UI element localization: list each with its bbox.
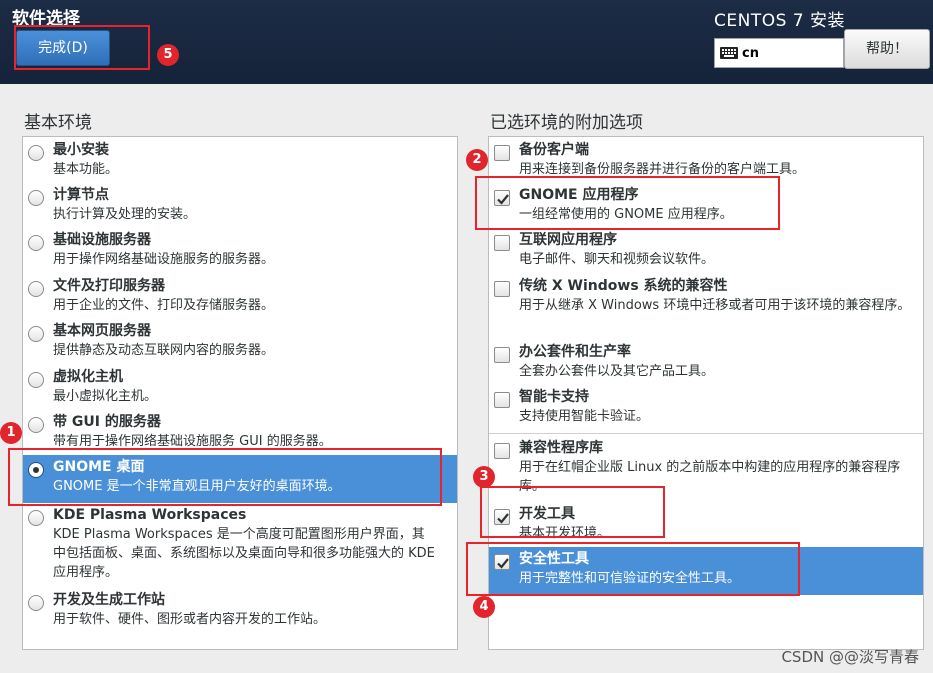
env-desc: KDE Plasma Workspaces 是一个高度可配置图形用户界面，其中包… xyxy=(53,527,435,580)
addon-desc: 用于从继承 X Windows 环境中迁移或者可用于该环境的兼容程序。 xyxy=(519,298,911,313)
env-item-minimal[interactable]: 最小安装 基本功能。 xyxy=(23,141,457,179)
annotation-box-5 xyxy=(14,25,150,70)
env-name: 计算节点 xyxy=(53,187,109,203)
env-name: 带 GUI 的服务器 xyxy=(53,414,161,430)
keyboard-icon xyxy=(720,47,738,59)
addon-name: 智能卡支持 xyxy=(519,389,589,405)
radio-button[interactable] xyxy=(28,510,44,526)
radio-button[interactable] xyxy=(28,281,44,297)
env-name: 虚拟化主机 xyxy=(53,369,123,385)
env-item-compute-node[interactable]: 计算节点 执行计算及处理的安装。 xyxy=(23,186,457,224)
env-item-infrastructure-server[interactable]: 基础设施服务器 用于操作网络基础设施服务的服务器。 xyxy=(23,231,457,269)
env-desc: 基本功能。 xyxy=(53,162,119,177)
addon-item-office-suite[interactable]: 办公套件和生产率 全套办公套件以及其它产品工具。 xyxy=(489,343,923,381)
addon-item-smart-card[interactable]: 智能卡支持 支持使用智能卡验证。 xyxy=(489,388,923,426)
base-environment-list: 最小安装 基本功能。 计算节点 执行计算及处理的安装。 基础设施服务器 用于操作… xyxy=(22,136,458,650)
checkbox[interactable] xyxy=(494,347,510,363)
annotation-number-4: 4 xyxy=(473,596,495,618)
radio-button[interactable] xyxy=(28,145,44,161)
annotation-number-2: 2 xyxy=(466,149,488,171)
radio-button[interactable] xyxy=(28,595,44,611)
checkbox[interactable] xyxy=(494,392,510,408)
addon-desc: 全套办公套件以及其它产品工具。 xyxy=(519,364,715,379)
addon-item-internet-apps[interactable]: 互联网应用程序 电子邮件、聊天和视频会议软件。 xyxy=(489,231,923,269)
base-environment-heading: 基本环境 xyxy=(24,113,92,133)
env-name: 基础设施服务器 xyxy=(53,232,151,248)
env-desc: 提供静态及动态互联网内容的服务器。 xyxy=(53,343,275,358)
addon-desc: 支持使用智能卡验证。 xyxy=(519,409,650,424)
annotation-box-3 xyxy=(480,486,665,538)
env-item-kde-plasma[interactable]: KDE Plasma Workspaces KDE Plasma Workspa… xyxy=(23,506,457,582)
addon-desc: 电子邮件、聊天和视频会议软件。 xyxy=(519,252,715,267)
env-desc: 用于软件、硬件、图形或者内容开发的工作站。 xyxy=(53,612,327,627)
annotation-box-4 xyxy=(466,542,800,596)
annotation-number-5: 5 xyxy=(157,44,179,66)
keyboard-layout-label: cn xyxy=(742,45,759,61)
env-name: KDE Plasma Workspaces xyxy=(53,507,247,523)
product-title: CENTOS 7 安装 xyxy=(714,11,846,31)
checkbox[interactable] xyxy=(494,235,510,251)
watermark-text: CSDN @@淡写青春 xyxy=(781,648,919,666)
checkbox[interactable] xyxy=(494,443,510,459)
radio-button[interactable] xyxy=(28,372,44,388)
checkbox[interactable] xyxy=(494,281,510,297)
env-desc: 用于操作网络基础设施服务的服务器。 xyxy=(53,252,275,267)
addon-item-backup-client[interactable]: 备份客户端 用来连接到备份服务器并进行备份的客户端工具。 xyxy=(489,141,923,179)
env-desc: 最小虚拟化主机。 xyxy=(53,389,158,404)
env-item-web-server[interactable]: 基本网页服务器 提供静态及动态互联网内容的服务器。 xyxy=(23,322,457,360)
env-item-file-print-server[interactable]: 文件及打印服务器 用于企业的文件、打印及存储服务器。 xyxy=(23,277,457,315)
env-desc: 用于企业的文件、打印及存储服务器。 xyxy=(53,298,275,313)
help-button[interactable]: 帮助！ xyxy=(844,29,930,69)
radio-button[interactable] xyxy=(28,326,44,342)
annotation-box-2 xyxy=(475,176,780,230)
env-name: 基本网页服务器 xyxy=(53,323,151,339)
radio-button[interactable] xyxy=(28,235,44,251)
list-divider xyxy=(489,433,923,434)
addon-item-legacy-x-windows[interactable]: 传统 X Windows 系统的兼容性 用于从继承 X Windows 环境中迁… xyxy=(489,277,923,315)
addon-name: 互联网应用程序 xyxy=(519,232,617,248)
env-item-server-with-gui[interactable]: 带 GUI 的服务器 带有用于操作网络基础设施服务 GUI 的服务器。 xyxy=(23,413,457,451)
env-item-development-workstation[interactable]: 开发及生成工作站 用于软件、硬件、图形或者内容开发的工作站。 xyxy=(23,591,457,629)
keyboard-layout-indicator[interactable]: cn xyxy=(714,38,844,68)
env-name: 开发及生成工作站 xyxy=(53,592,165,608)
checkbox[interactable] xyxy=(494,145,510,161)
env-desc: 执行计算及处理的安装。 xyxy=(53,207,197,222)
annotation-number-3: 3 xyxy=(473,466,495,488)
env-name: 文件及打印服务器 xyxy=(53,278,165,294)
annotation-box-1 xyxy=(8,448,442,506)
addon-name: 备份客户端 xyxy=(519,142,589,158)
addon-name: 兼容性程序库 xyxy=(519,440,603,456)
env-name: 最小安装 xyxy=(53,142,109,158)
env-item-virtualization-host[interactable]: 虚拟化主机 最小虚拟化主机。 xyxy=(23,368,457,406)
radio-button[interactable] xyxy=(28,417,44,433)
annotation-number-1: 1 xyxy=(0,422,22,444)
addon-name: 办公套件和生产率 xyxy=(519,344,631,360)
addons-heading: 已选环境的附加选项 xyxy=(490,113,643,133)
radio-button[interactable] xyxy=(28,190,44,206)
addon-name: 传统 X Windows 系统的兼容性 xyxy=(519,278,728,294)
